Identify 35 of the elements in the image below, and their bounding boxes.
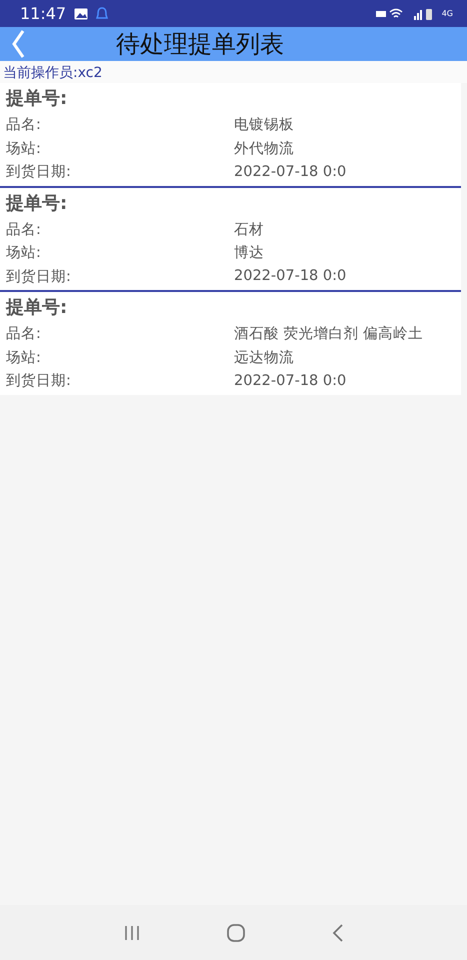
- field-label: 品名:: [6, 116, 42, 134]
- order-card[interactable]: 提单号: 品名: 石材 场站: 博达 到货日期: 2022-07-18 0:0: [0, 188, 461, 292]
- clock-time: 11:47: [20, 4, 66, 23]
- field-label: 到货日期:: [6, 163, 72, 182]
- field-value: 博达: [234, 244, 264, 262]
- field-label: 场站:: [6, 244, 42, 262]
- field-value: 酒石酸 荧光增白剂 偏高岭土: [234, 324, 424, 344]
- operator-label: 当前操作员:xc2: [0, 61, 467, 83]
- order-number-label: 提单号:: [6, 192, 68, 216]
- field-label: 场站:: [6, 140, 42, 158]
- field-value: 远达物流: [234, 348, 294, 367]
- field-label: 场站:: [6, 348, 42, 367]
- field-value: 2022-07-18 0:0: [234, 372, 346, 389]
- field-value: 2022-07-18 0:0: [234, 164, 346, 180]
- field-label: 品名:: [6, 220, 42, 239]
- home-icon[interactable]: [226, 922, 246, 942]
- field-value: 电镀锡板: [234, 116, 294, 134]
- recent-apps-icon[interactable]: [122, 924, 140, 940]
- order-number-label: 提单号:: [6, 87, 68, 111]
- bell-icon: [96, 6, 108, 20]
- status-icons-drawing: [376, 6, 434, 20]
- field-value: 2022-07-18 0:0: [234, 268, 346, 284]
- field-label: 品名:: [6, 325, 42, 344]
- order-number-label: 提单号:: [6, 296, 68, 320]
- field-label: 到货日期:: [6, 372, 72, 390]
- order-card[interactable]: 提单号: 品名: 酒石酸 荧光增白剂 偏高岭土 场站: 远达物流 到货日期: 2022-07-18 0:0: [0, 292, 461, 394]
- field-label: 到货日期:: [6, 268, 72, 286]
- image-icon: [74, 8, 88, 20]
- back-icon[interactable]: [330, 922, 344, 942]
- field-value: 石材: [234, 220, 264, 239]
- back-icon[interactable]: [10, 29, 26, 59]
- network-label: 4G: [442, 9, 453, 18]
- field-value: 外代物流: [234, 140, 294, 158]
- page-title: 待处理提单列表: [116, 29, 284, 60]
- order-card[interactable]: 提单号: 品名: 电镀锡板 场站: 外代物流 到货日期: 2022-07-18 0:0: [0, 83, 461, 188]
